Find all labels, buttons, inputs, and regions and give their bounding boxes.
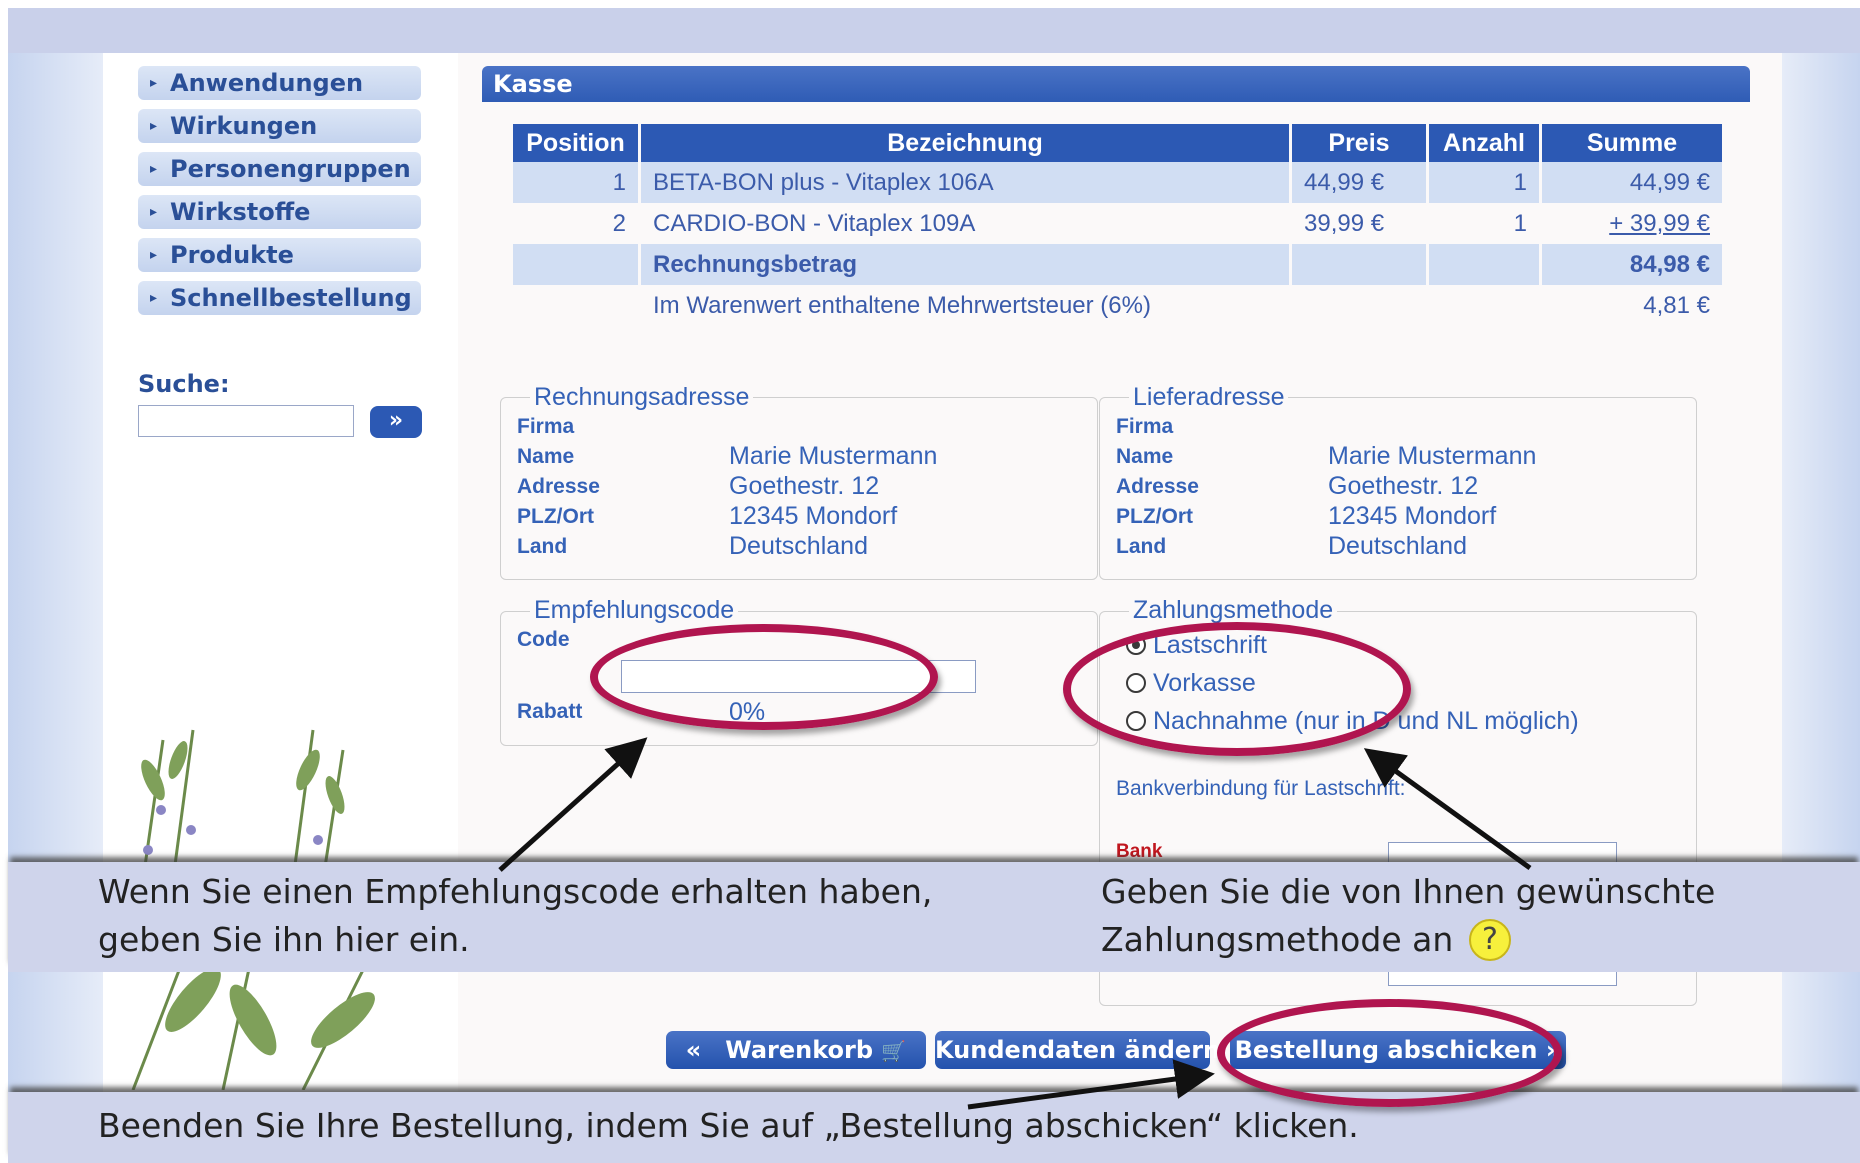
arrow-submit-icon [967, 1059, 1215, 1110]
arrow-payment-icon [1363, 748, 1532, 871]
arrow-referral-icon [498, 737, 648, 872]
annotation-arrows [498, 737, 1532, 1110]
